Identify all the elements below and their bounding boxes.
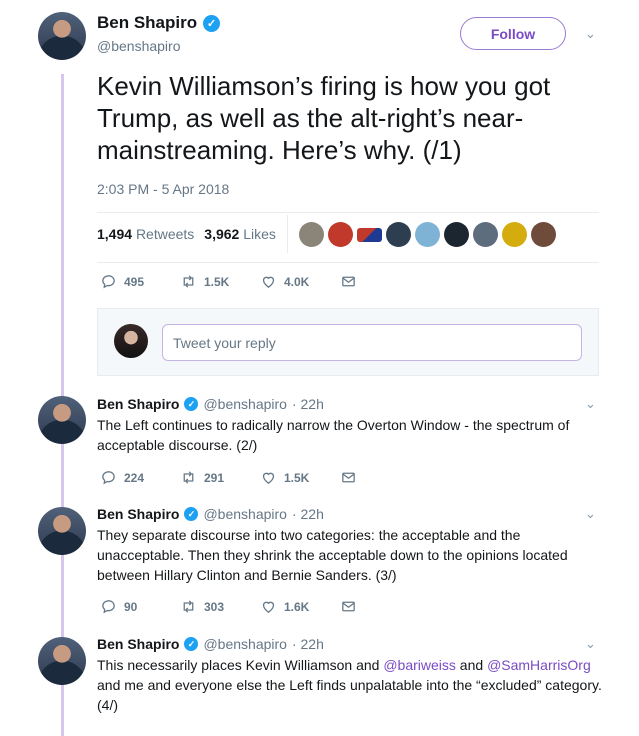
like-count: 4.0K [284,274,310,289]
avatar[interactable] [38,396,86,444]
current-user-avatar[interactable] [114,324,148,358]
stats-divider [287,215,288,253]
avatar[interactable] [38,507,86,555]
tweet-time[interactable]: · 22h [292,396,324,412]
tweet-time[interactable]: · 22h [292,636,324,652]
tweet-text-part: This necessarily places Kevin Williamson… [97,657,384,673]
like-count: 1.6K [284,599,310,614]
retweets-count: 1,494 [97,226,133,242]
avatar[interactable] [38,12,86,60]
mention-link[interactable]: @bariweiss [383,657,456,673]
tweet-actions: 90 303 1.6K [100,598,420,615]
reply-button[interactable]: 90 [100,598,180,615]
heart-icon [262,472,275,484]
heart-icon [262,276,275,288]
tweet-timestamp[interactable]: 2:03 PM - 5 Apr 2018 [97,181,229,197]
retweets-label: Retweets [135,226,195,242]
heart-icon [262,601,275,613]
envelope-icon [342,472,355,483]
tweet-stats: 1,494 Retweets 3,962 Likes [97,226,276,242]
tweet-header: Ben Shapiro ✓ @benshapiro · 22h [97,506,324,522]
envelope-icon [342,276,355,287]
retweet-icon [183,275,194,288]
retweet-count: 303 [204,599,225,614]
chevron-down-icon[interactable]: ⌄ [585,26,596,42]
reply-icon [102,471,115,485]
retweet-icon [183,471,194,484]
author-handle[interactable]: @benshapiro [203,506,287,522]
retweet-count: 291 [204,470,225,485]
author-name[interactable]: Ben Shapiro [97,396,179,412]
verified-icon: ✓ [184,397,199,411]
tweet-actions: 224 291 1.5K [100,469,420,486]
verified-icon: ✓ [203,14,221,32]
avatar[interactable] [38,637,86,685]
message-button[interactable] [340,273,420,290]
liker-avatar[interactable] [444,222,469,247]
reply-input[interactable]: Tweet your reply [162,324,582,361]
tweet-actions: 495 1.5K 4.0K [100,273,420,290]
retweet-button[interactable]: 291 [180,469,260,486]
divider [97,212,599,213]
reply-count: 90 [124,599,138,614]
tweet-text-part: and me and everyone else the Left finds … [97,677,602,713]
like-button[interactable]: 1.6K [260,598,340,615]
follow-button[interactable]: Follow [460,17,566,50]
author-handle[interactable]: @benshapiro [203,636,287,652]
like-button[interactable]: 1.5K [260,469,340,486]
liker-avatar[interactable] [531,222,556,247]
verified-icon: ✓ [184,637,199,651]
retweet-icon [183,600,194,613]
verified-icon: ✓ [184,507,199,521]
retweets-stat[interactable]: 1,494 Retweets [97,226,194,242]
reply-icon [102,275,115,289]
reply-button[interactable]: 495 [100,273,180,290]
liker-avatar[interactable] [415,222,440,247]
retweet-button[interactable]: 1.5K [180,273,260,290]
author-name[interactable]: Ben Shapiro [97,636,179,652]
chevron-down-icon[interactable]: ⌄ [585,506,596,522]
retweet-count: 1.5K [204,274,230,289]
like-count: 1.5K [284,470,310,485]
liker-avatar[interactable] [328,222,353,247]
author-name[interactable]: Ben Shapiro [97,506,179,522]
likes-stat[interactable]: 3,962 Likes [204,226,276,242]
tweet-header: Ben Shapiro ✓ @benshapiro · 22h [97,636,324,652]
liker-avatar[interactable] [299,222,324,247]
tweet-text-part: and [455,657,488,673]
mention-link[interactable]: @SamHarrisOrg [487,657,591,673]
likes-count: 3,962 [204,226,240,242]
tweet-text: The Left continues to radically narrow t… [97,417,570,453]
like-button[interactable]: 4.0K [260,273,340,290]
liker-avatar[interactable] [386,222,411,247]
tweet-header: Ben Shapiro ✓ @benshapiro · 22h [97,396,324,412]
message-button[interactable] [340,469,420,486]
author-handle[interactable]: @benshapiro [203,396,287,412]
reply-count: 495 [124,274,145,289]
author-name-text[interactable]: Ben Shapiro [97,13,197,33]
divider [97,262,599,263]
chevron-down-icon[interactable]: ⌄ [585,396,596,412]
envelope-icon [342,601,355,612]
tweet-time[interactable]: · 22h [292,506,324,522]
author-handle[interactable]: @benshapiro [97,38,181,54]
reply-count: 224 [124,470,145,485]
liker-avatar[interactable] [502,222,527,247]
message-button[interactable] [340,598,420,615]
liker-avatar[interactable] [357,228,382,242]
tweet-text: This necessarily places Kevin Williamson… [97,655,602,715]
tweet-text: They separate discourse into two categor… [97,527,568,583]
tweet-text: Kevin Williamson’s firing is how you got… [97,71,551,165]
reply-icon [102,600,115,614]
retweet-button[interactable]: 303 [180,598,260,615]
chevron-down-icon[interactable]: ⌄ [585,636,596,652]
liker-avatar[interactable] [473,222,498,247]
reply-button[interactable]: 224 [100,469,180,486]
reply-composer: Tweet your reply [97,308,599,376]
liker-avatars [299,222,556,247]
likes-label: Likes [243,226,276,242]
author-name[interactable]: Ben Shapiro ✓ [97,13,221,33]
